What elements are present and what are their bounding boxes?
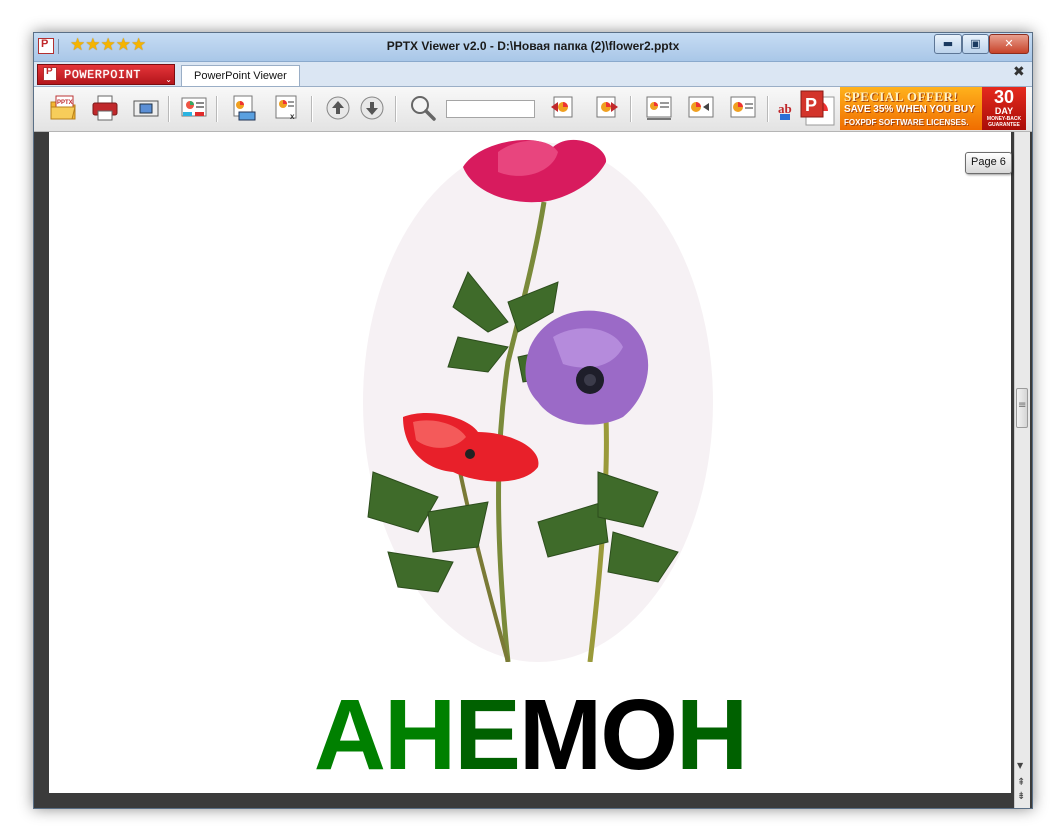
slide-copy-icon[interactable] [229,93,259,123]
toolbar-separator [216,96,218,122]
toolbar-separator [630,96,632,122]
tab-powerpoint-viewer[interactable]: PowerPoint Viewer [181,65,300,86]
ad-discount: SAVE 35% WHEN YOU BUY [844,104,975,115]
slide-layout-icon[interactable] [644,93,674,123]
chevron-down-icon: ⌄ [165,75,172,84]
tab-bar: POWERPOINT ⌄ PowerPoint Viewer ✖ [34,62,1032,87]
open-pptx-icon[interactable]: PPTX [48,93,78,123]
search-input[interactable] [446,100,535,118]
scroll-down-arrow[interactable]: ▼ [1017,761,1023,770]
toolbar: PPTX x ab P SPECIAL OFFER! SAVE 35% WHEN… [34,87,1032,132]
open-badge-text: PPTX [57,100,73,106]
page-down-icon[interactable] [357,93,387,123]
ad-headline: SPECIAL OFFER! [844,89,959,104]
slide-excel-icon[interactable]: x [272,93,302,123]
next-slide-icon[interactable] [728,93,758,123]
guarantee-days: 30 [993,87,1015,107]
toolbar-separator [767,96,769,122]
powerpoint-logo-icon[interactable]: P [800,89,838,129]
guarantee-unit: DAY [994,106,1014,116]
window-title: PPTX Viewer v2.0 - D:\Новая папка (2)\fl… [386,39,680,53]
vertical-scrollbar[interactable]: ▼ ⇞ ⇟ [1014,132,1030,808]
search-icon[interactable] [408,93,438,123]
slide-title-part: АН [313,679,456,791]
guarantee-text: MONEY-BACK GUARANTEE [986,116,1022,128]
anemone-flower-image [358,132,718,662]
app-window: ★★★★★ PPTX Viewer v2.0 - D:\Новая папка … [33,32,1033,809]
scroll-thumb[interactable] [1016,388,1028,428]
text-tool-label: ab [778,101,792,116]
ad-product: FOXPDF SOFTWARE LICENSES. [844,118,969,127]
slide-title-part: МО [518,679,678,791]
maximize-button[interactable]: ▣ [962,34,989,54]
guarantee-badge: 30 DAY MONEY-BACK GUARANTEE [982,87,1026,130]
close-tab-icon[interactable]: ✖ [1013,64,1025,80]
page-up-arrow[interactable]: ⇞ [1017,777,1025,788]
document-viewport[interactable]: АНЕМОН Page 6 ▼ ⇞ ⇟ [34,132,1032,808]
svg-text:x: x [290,112,295,121]
slide-show-icon[interactable] [179,93,209,123]
minimize-button[interactable]: ▬ [934,34,962,54]
powerpoint-menu-button[interactable]: POWERPOINT ⌄ [37,64,175,85]
print-icon[interactable] [90,93,120,123]
powerpoint-icon [43,66,57,81]
toolbar-separator [395,96,397,122]
previous-slide-icon[interactable] [686,93,716,123]
first-slide-icon[interactable] [548,93,578,123]
page-up-icon[interactable] [323,93,353,123]
toolbar-separator [168,96,170,122]
page-indicator: Page 6 [965,152,1012,174]
title-bar[interactable]: ★★★★★ PPTX Viewer v2.0 - D:\Новая папка … [34,33,1032,62]
slide-title-part: Е [454,679,521,791]
powerpoint-menu-label: POWERPOINT [64,68,142,82]
fullscreen-icon[interactable] [131,93,161,123]
slide-title-part: Н [676,679,748,791]
slide-title: АНЕМОН [49,685,1011,785]
last-slide-icon[interactable] [591,93,621,123]
special-offer-banner[interactable]: SPECIAL OFFER! SAVE 35% WHEN YOU BUY FOX… [840,87,1026,130]
svg-text:P: P [805,95,817,115]
page-down-arrow[interactable]: ⇟ [1017,791,1025,802]
close-window-button[interactable]: ✕ [989,34,1029,54]
slide-page: АНЕМОН [49,132,1011,793]
toolbar-separator [311,96,313,122]
